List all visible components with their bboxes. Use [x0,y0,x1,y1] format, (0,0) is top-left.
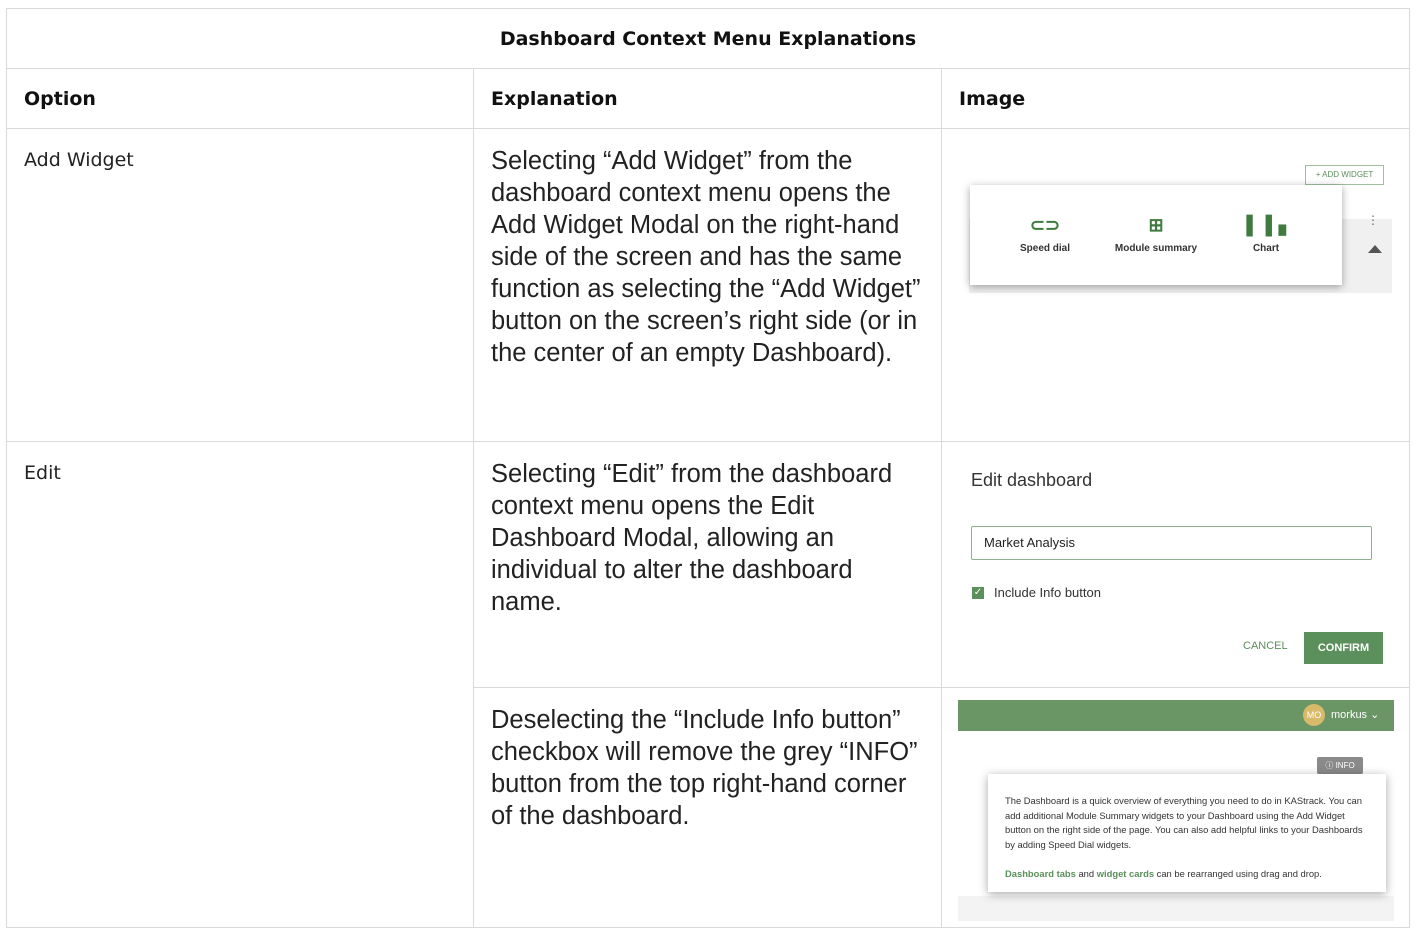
avatar[interactable]: MO [1303,704,1325,726]
dashboard-lower-area [958,896,1394,921]
explanation-include-info: Deselecting the “Include Info button” ch… [473,687,942,928]
explanation-add-widget: Selecting “Add Widget” from the dashboar… [473,128,942,442]
info-button[interactable]: ⓘ INFO [1317,757,1363,774]
dashboard-name-input[interactable]: Market Analysis [971,526,1372,560]
info-paragraph: The Dashboard is a quick overview of eve… [1005,795,1363,850]
info-popup: The Dashboard is a quick overview of eve… [988,774,1386,892]
widget-option-label: Chart [1252,243,1280,254]
add-widget-modal: ⊂⊃ Speed dial ⊞ Module summary ▌▐▗ Chart [970,185,1342,285]
option-edit: Edit [6,441,474,928]
widget-option-module-summary[interactable]: ⊞ Module summary [1110,215,1202,254]
header-image: Image [940,68,1411,129]
table-row: Add Widget Selecting “Add Widget” from t… [6,128,1411,442]
cancel-button[interactable]: CANCEL [1243,640,1288,652]
image-include-info: MO morkus ⌄ ⓘ INFO The Dashboard is a qu… [940,687,1411,928]
edit-dashboard-title: Edit dashboard [971,470,1093,490]
add-widget-button[interactable]: + ADD WIDGET [1305,165,1384,185]
widget-option-label: Module summary [1114,243,1198,254]
header-option: Option [6,68,474,129]
info-icon: ⓘ [1325,761,1334,770]
image-add-widget: + ADD WIDGET ⊂⊃ Speed dial ⊞ Module summ… [940,128,1411,442]
widget-option-speed-dial[interactable]: ⊂⊃ Speed dial [1012,215,1078,254]
link-icon: ⊂⊃ [1029,215,1061,235]
username: morkus [1331,709,1368,721]
confirm-button[interactable]: CONFIRM [1304,632,1383,664]
rest-text: can be rearranged using drag and drop. [1156,868,1322,879]
grid-icon: ⊞ [1148,215,1164,235]
widget-option-chart[interactable]: ▌▐▗ Chart [1246,215,1286,254]
add-widget-screenshot: + ADD WIDGET ⊂⊃ Speed dial ⊞ Module summ… [969,163,1392,293]
top-bar: MO morkus ⌄ [958,700,1394,731]
bar-chart-icon: ▌▐▗ [1246,215,1286,235]
and-text: and [1078,868,1095,879]
triangle-up-icon [1368,245,1382,253]
context-menu-table: Dashboard Context Menu Explanations Opti… [5,8,1411,928]
table-row: Edit Selecting “Edit” from the dashboard… [6,441,1411,928]
edit-dashboard-screenshot: Edit dashboard Market Analysis ✓ Include… [942,442,1408,682]
info-button-label: INFO [1335,761,1355,770]
chevron-down-icon: ⌄ [1370,709,1380,721]
info-paragraph-links: Dashboard tabs and widget cards can be r… [1005,867,1373,882]
header-explanation: Explanation [473,68,942,129]
user-menu[interactable]: morkus ⌄ [1331,708,1379,721]
explanation-edit: Selecting “Edit” from the dashboard cont… [473,441,942,688]
widget-cards-link[interactable]: widget cards [1097,868,1154,879]
include-info-label: Include Info button [994,585,1101,600]
info-screenshot: MO morkus ⌄ ⓘ INFO The Dashboard is a qu… [958,700,1394,921]
dashboard-tabs-link[interactable]: Dashboard tabs [1005,868,1076,879]
option-add-widget: Add Widget [6,128,474,442]
widget-option-label: Speed dial [1019,243,1070,254]
include-info-checkbox[interactable]: ✓ [972,587,984,599]
table-title: Dashboard Context Menu Explanations [5,8,1411,69]
more-vertical-icon[interactable]: ⋮ [1367,213,1379,227]
image-edit: Edit dashboard Market Analysis ✓ Include… [940,441,1411,688]
